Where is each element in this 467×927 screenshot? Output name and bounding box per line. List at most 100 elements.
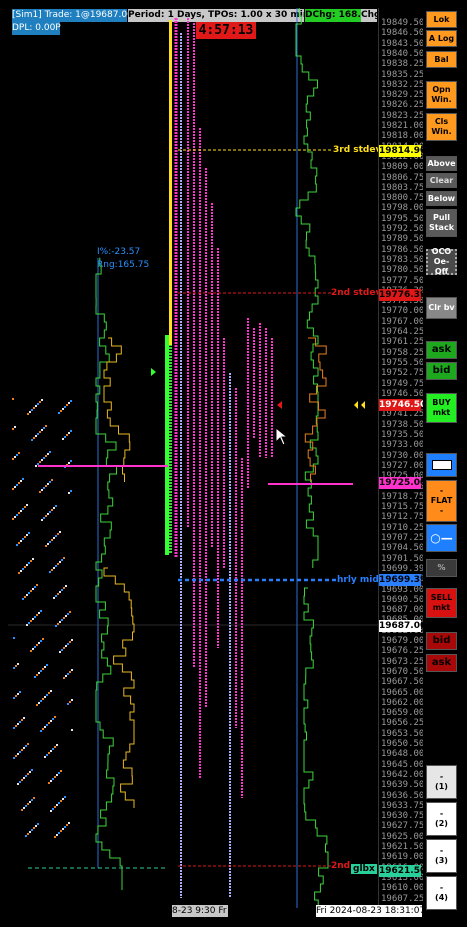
tpo-dot [19, 721, 21, 723]
price-tick-label: 19826.25 [381, 100, 423, 111]
price-tick-label: 19755.50 [381, 357, 423, 368]
tpo-dot [22, 478, 24, 480]
tpo-dot [45, 515, 47, 517]
tpo-dot [51, 509, 53, 511]
tpo-dot [35, 465, 37, 467]
tpo-dot [38, 612, 40, 614]
order-panel: Lok A Log Bal Opn Win. Cls Win. Above Cl… [424, 8, 460, 916]
tpo-dot [60, 830, 62, 832]
bal-button[interactable]: Bal [426, 51, 457, 68]
tpo-dot [70, 460, 72, 462]
price-tick-label: 19738.50 [381, 419, 423, 430]
ask-button[interactable]: ask [426, 341, 457, 359]
tpo-dot [18, 482, 20, 484]
price-tick-label: 19707.25 [381, 533, 423, 543]
price-tick-label: 19730.00 [381, 450, 423, 461]
price-tick-label: 19687.00 [381, 605, 423, 616]
quantity-2-button[interactable]: - (2) [426, 802, 457, 836]
tpo-dot [67, 613, 69, 615]
tpo-dot [46, 664, 48, 666]
pull-stack-button[interactable]: Pull Stack [426, 209, 457, 237]
red-arrow-icon [277, 401, 282, 409]
tpo-dot [62, 438, 64, 440]
bid-button[interactable]: bid [426, 362, 457, 380]
ask-sell-button[interactable]: ask [426, 654, 457, 672]
tpo-dot [51, 479, 53, 481]
quantity-3-label: (3) [435, 856, 448, 865]
clear-button[interactable]: Clear [426, 173, 457, 188]
price-tick-label: 19627.75 [381, 821, 423, 832]
buy-market-button[interactable]: BUY mkt [426, 393, 457, 423]
tpo-dot [59, 561, 61, 563]
tpo-dot [29, 801, 31, 803]
above-button[interactable]: Above [426, 156, 457, 171]
tpo-dot [61, 619, 63, 621]
line-tool-button[interactable]: ○— [426, 524, 457, 552]
quantity-2-dash: - [439, 809, 444, 818]
tpo-dot [39, 431, 41, 433]
below-button[interactable]: Below [426, 191, 457, 206]
price-tick-label: 19625.00 [381, 831, 423, 842]
close-window-button[interactable]: Cls Win. [426, 113, 457, 141]
price-tick-label: 19699.39 [381, 563, 423, 574]
price-tick-label: 19676.25 [381, 646, 423, 657]
tpo-dot [68, 432, 70, 434]
percent-button[interactable]: % [426, 559, 457, 577]
tpo-dot [67, 643, 69, 645]
tpo-dot [62, 798, 64, 800]
tpo-dot [41, 429, 43, 431]
price-tick-label: 19746.50 [381, 388, 423, 399]
price-tick-label: 19835.25 [381, 69, 423, 80]
tpo-dot [65, 675, 67, 677]
alog-button[interactable]: A Log [426, 30, 457, 47]
tpo-dot [15, 695, 17, 697]
tpo-dot [18, 452, 20, 454]
price-tick-label: 19636.50 [381, 790, 423, 801]
flat-button[interactable]: - FLAT - [426, 480, 457, 522]
tpo-dot [26, 564, 28, 566]
price-tick-label: 19735.50 [381, 430, 423, 440]
tpo-dot [41, 519, 43, 521]
tpo-dot [34, 646, 36, 648]
tpo-dot [20, 540, 22, 542]
clear-bv-button[interactable]: Clr bv [426, 297, 457, 319]
tpo-dot [62, 408, 64, 410]
quantity-1-button[interactable]: - (1) [426, 765, 457, 799]
tpo-dot [35, 405, 37, 407]
flat-dash-bottom: - [439, 506, 444, 515]
tpo-dot [57, 593, 59, 595]
open-window-button[interactable]: Opn Win. [426, 81, 457, 109]
tpo-dot [14, 426, 16, 428]
price-tick-label: 19653.50 [381, 728, 423, 739]
tpo-dot [40, 700, 42, 702]
price-tick-label: 19843.50 [381, 38, 423, 49]
oco-button[interactable]: OCO Oe-Off [426, 247, 457, 276]
tpo-dot [32, 588, 34, 590]
tpo-dot [20, 480, 22, 482]
second-stdev-lower-label: 2nd [331, 861, 351, 871]
price-tick-label: 19610.00 [381, 883, 423, 894]
sell-market-button[interactable]: SELL mkt [426, 588, 457, 618]
price-tick-label: 19690.50 [381, 594, 423, 605]
tpo-profile-chart[interactable] [8, 8, 378, 916]
tpo-dot [21, 809, 23, 811]
lok-button[interactable]: Lok [426, 11, 457, 28]
tpo-dot [42, 728, 44, 730]
limit-order-button[interactable] [426, 453, 457, 477]
tpo-dot [25, 805, 27, 807]
quantity-3-button[interactable]: - (3) [426, 839, 457, 873]
tpo-dot [34, 616, 36, 618]
quantity-4-button[interactable]: - (4) [426, 876, 457, 910]
tpo-dot [19, 781, 21, 783]
tpo-dot [18, 572, 20, 574]
tpo-dot [60, 800, 62, 802]
tpo-dot [21, 749, 23, 751]
price-axis[interactable]: 19849.50 19846.50 19843.50 19840.50 19838.25… [378, 8, 423, 916]
bid-sell-button[interactable]: bid [426, 632, 457, 650]
left-profile-yellow [103, 337, 131, 482]
right-profile-green-lower [303, 587, 329, 908]
tpo-dot [25, 775, 27, 777]
last-price-marker: 19687.00 [379, 620, 423, 632]
price-tick-label: 19630.75 [381, 811, 423, 822]
tpo-dot [32, 648, 34, 650]
